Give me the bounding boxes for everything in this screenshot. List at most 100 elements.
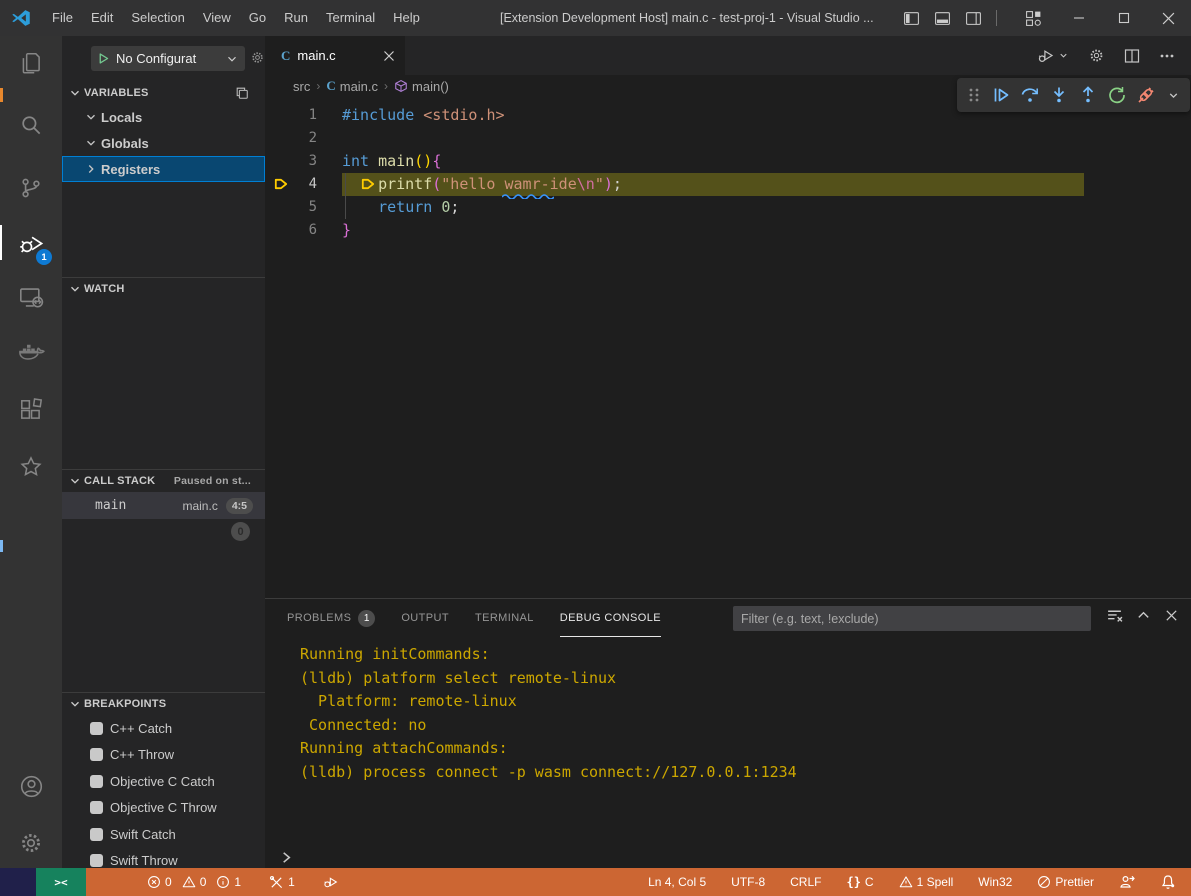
step-out-icon[interactable] — [1078, 84, 1098, 106]
call-stack-section-header[interactable]: CALL STACK Paused on st... — [62, 470, 265, 492]
extensions-icon[interactable] — [0, 386, 62, 434]
customize-layout-icon[interactable] — [1025, 10, 1042, 27]
glyph-margin[interactable] — [265, 104, 293, 127]
breakpoint-row[interactable]: Swift Catch — [62, 821, 265, 848]
step-into-icon[interactable] — [1049, 84, 1069, 106]
line-number[interactable]: 3 — [293, 150, 317, 173]
toggle-sidebar-icon[interactable] — [903, 10, 920, 27]
editor-gear-icon[interactable] — [1088, 47, 1105, 64]
account-icon[interactable] — [0, 762, 62, 810]
search-icon[interactable] — [0, 101, 62, 149]
glyph-margin[interactable] — [265, 219, 293, 242]
feedback-icon[interactable] — [1116, 868, 1138, 896]
line-number[interactable]: 4 — [293, 173, 317, 196]
status-win32[interactable]: Win32 — [975, 868, 1015, 896]
breakpoint-checkbox[interactable] — [90, 748, 103, 761]
line-content[interactable]: #include <stdio.h> — [342, 104, 505, 127]
breadcrumb-file[interactable]: main.c — [340, 79, 378, 94]
remote-explorer-icon[interactable] — [0, 273, 62, 321]
menu-view[interactable]: View — [194, 5, 240, 31]
glyph-margin[interactable] — [265, 196, 293, 219]
line-number[interactable]: 2 — [293, 127, 317, 150]
menu-file[interactable]: File — [43, 5, 82, 31]
code-line-2[interactable]: 2 — [265, 127, 1191, 150]
breakpoint-checkbox[interactable] — [90, 775, 103, 788]
tools-status[interactable]: 1 — [266, 868, 298, 896]
code-line-4[interactable]: 4 printf("hello wamr-ide\n"); — [265, 173, 1191, 196]
status-crlf[interactable]: CRLF — [787, 868, 824, 896]
docker-icon[interactable] — [0, 328, 62, 376]
problems-status[interactable]: 0 0 1 — [144, 868, 244, 896]
close-panel-icon[interactable] — [1164, 608, 1179, 623]
debug-status-icon[interactable] — [320, 868, 342, 896]
status-utf-8[interactable]: UTF-8 — [728, 868, 768, 896]
line-content[interactable]: int main(){ — [342, 150, 441, 173]
toggle-secondary-sidebar-icon[interactable] — [965, 10, 982, 27]
breakpoint-checkbox[interactable] — [90, 801, 103, 814]
maximize-button[interactable] — [1101, 0, 1146, 36]
glyph-margin[interactable] — [265, 127, 293, 150]
status-1-spell[interactable]: 1 Spell — [896, 868, 957, 896]
step-over-icon[interactable] — [1020, 84, 1040, 106]
stack-frame-row[interactable]: main main.c 4:5 — [62, 492, 265, 519]
code-editor[interactable]: 1#include <stdio.h>23int main(){4 printf… — [265, 97, 1191, 598]
copy-icon[interactable] — [235, 86, 249, 100]
code-line-5[interactable]: 5 return 0; — [265, 196, 1191, 219]
tab-close-icon[interactable] — [383, 50, 395, 62]
line-number[interactable]: 1 — [293, 104, 317, 127]
toggle-panel-icon[interactable] — [934, 10, 951, 27]
breadcrumb-symbol[interactable]: main() — [412, 79, 449, 94]
code-line-3[interactable]: 3 int main(){ — [265, 150, 1191, 173]
minimize-button[interactable] — [1056, 0, 1101, 36]
breakpoint-row[interactable]: Objective C Catch — [62, 768, 265, 795]
breakpoint-checkbox[interactable] — [90, 722, 103, 735]
variables-scope-globals[interactable]: Globals — [62, 130, 265, 156]
tab-main-c[interactable]: C main.c — [265, 36, 405, 75]
menu-run[interactable]: Run — [275, 5, 317, 31]
run-and-debug-icon[interactable]: 1 — [0, 219, 62, 267]
notifications-bell-icon[interactable] — [1157, 868, 1179, 896]
variables-scope-locals[interactable]: Locals — [62, 104, 265, 130]
panel-tab-terminal[interactable]: TERMINAL — [475, 599, 534, 637]
source-control-icon[interactable] — [0, 164, 62, 212]
console-prompt-icon[interactable] — [279, 850, 294, 865]
remote-indicator[interactable]: >< — [36, 868, 86, 896]
variables-scope-registers[interactable]: Registers — [62, 156, 265, 182]
star-icon[interactable] — [0, 443, 62, 491]
line-content[interactable]: return 0; — [342, 196, 459, 219]
breakpoints-section-header[interactable]: BREAKPOINTS — [62, 693, 265, 715]
menu-terminal[interactable]: Terminal — [317, 5, 384, 31]
settings-gear-icon[interactable] — [0, 819, 62, 867]
clear-console-icon[interactable] — [1106, 607, 1123, 624]
configure-gear-icon[interactable] — [250, 50, 265, 65]
more-actions-icon[interactable] — [1159, 48, 1175, 64]
glyph-margin[interactable] — [265, 150, 293, 173]
debug-configuration-dropdown[interactable]: No Configurat — [91, 46, 245, 71]
line-content[interactable]: printf("hello wamr-ide\n"); — [342, 173, 1084, 196]
breadcrumb-src[interactable]: src — [293, 79, 310, 94]
breakpoint-checkbox[interactable] — [90, 854, 103, 867]
panel-tab-output[interactable]: OUTPUT — [401, 599, 449, 637]
breakpoint-checkbox[interactable] — [90, 828, 103, 841]
explorer-icon[interactable] — [0, 39, 62, 87]
restart-icon[interactable] — [1107, 84, 1127, 106]
close-window-button[interactable] — [1146, 0, 1191, 36]
menu-edit[interactable]: Edit — [82, 5, 122, 31]
filter-input[interactable] — [733, 606, 1091, 631]
status-ln-4-col-5[interactable]: Ln 4, Col 5 — [645, 868, 709, 896]
panel-tab-problems[interactable]: PROBLEMS1 — [287, 599, 375, 637]
toolbar-drag-handle[interactable] — [965, 84, 982, 106]
maximize-panel-icon[interactable] — [1136, 608, 1151, 623]
line-number[interactable]: 6 — [293, 219, 317, 242]
breakpoint-row[interactable]: C++ Catch — [62, 715, 265, 742]
split-editor-icon[interactable] — [1124, 48, 1140, 64]
breakpoint-row[interactable]: Objective C Throw — [62, 795, 265, 822]
watch-section-header[interactable]: WATCH — [62, 278, 265, 300]
line-number[interactable]: 5 — [293, 196, 317, 219]
variables-section-header[interactable]: VARIABLES — [62, 82, 265, 104]
breakpoint-current-glyph[interactable] — [265, 173, 293, 196]
menu-selection[interactable]: Selection — [122, 5, 193, 31]
run-or-debug-button[interactable] — [1037, 46, 1069, 65]
continue-icon[interactable] — [991, 84, 1011, 106]
panel-tab-debug-console[interactable]: DEBUG CONSOLE — [560, 599, 661, 637]
